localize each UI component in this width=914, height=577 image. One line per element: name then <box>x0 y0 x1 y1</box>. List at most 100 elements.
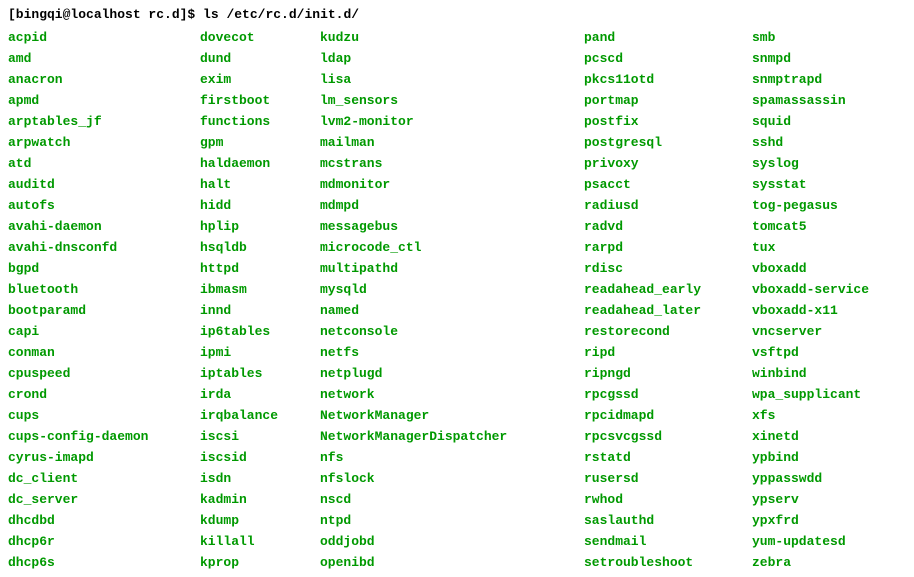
list-item: mdmonitor <box>320 174 584 195</box>
list-item: nfs <box>320 447 584 468</box>
list-item: NetworkManager <box>320 405 584 426</box>
list-item: zebra <box>752 552 869 573</box>
list-item: kprop <box>200 552 320 573</box>
list-item: hplip <box>200 216 320 237</box>
list-item: netplugd <box>320 363 584 384</box>
list-item: ntpd <box>320 510 584 531</box>
list-item: cups-config-daemon <box>8 426 200 447</box>
list-item: vboxadd-x11 <box>752 300 869 321</box>
list-item: rpcgssd <box>584 384 752 405</box>
list-item: functions <box>200 111 320 132</box>
list-item: irqbalance <box>200 405 320 426</box>
list-item: mcstrans <box>320 153 584 174</box>
list-item: apmd <box>8 90 200 111</box>
list-item: dhcp6s <box>8 552 200 573</box>
list-item: iscsid <box>200 447 320 468</box>
prompt-command: ls /etc/rc.d/init.d/ <box>203 7 359 22</box>
prompt-line: [bingqi@localhost rc.d]$ ls /etc/rc.d/in… <box>8 4 906 25</box>
list-item: saslauthd <box>584 510 752 531</box>
list-item: lvm2-monitor <box>320 111 584 132</box>
list-item: ripngd <box>584 363 752 384</box>
list-item: privoxy <box>584 153 752 174</box>
list-item: rwhod <box>584 489 752 510</box>
list-item: setroubleshoot <box>584 552 752 573</box>
list-item: bgpd <box>8 258 200 279</box>
list-item: halt <box>200 174 320 195</box>
list-item: portmap <box>584 90 752 111</box>
column-0: acpid amd anacron apmd arptables_jf arpw… <box>8 27 200 573</box>
list-item: dovecot <box>200 27 320 48</box>
prompt-userhost: [bingqi@localhost rc.d]$ <box>8 7 195 22</box>
list-item: nfslock <box>320 468 584 489</box>
list-item: ldap <box>320 48 584 69</box>
list-item: kadmin <box>200 489 320 510</box>
list-item: vboxadd <box>752 258 869 279</box>
list-item: cpuspeed <box>8 363 200 384</box>
list-item: ibmasm <box>200 279 320 300</box>
list-item: multipathd <box>320 258 584 279</box>
list-item: isdn <box>200 468 320 489</box>
list-item: autofs <box>8 195 200 216</box>
list-item: pand <box>584 27 752 48</box>
list-item: ripd <box>584 342 752 363</box>
list-item: dhcdbd <box>8 510 200 531</box>
list-item: dc_server <box>8 489 200 510</box>
list-item: bluetooth <box>8 279 200 300</box>
list-item: exim <box>200 69 320 90</box>
list-item: messagebus <box>320 216 584 237</box>
list-item: amd <box>8 48 200 69</box>
list-item: sendmail <box>584 531 752 552</box>
list-item: iptables <box>200 363 320 384</box>
list-item: radiusd <box>584 195 752 216</box>
list-item: lm_sensors <box>320 90 584 111</box>
list-item: sysstat <box>752 174 869 195</box>
list-item: atd <box>8 153 200 174</box>
list-item: readahead_later <box>584 300 752 321</box>
list-item: ypbind <box>752 447 869 468</box>
list-item: snmpd <box>752 48 869 69</box>
list-item: tog-pegasus <box>752 195 869 216</box>
column-2: kudzu ldap lisa lm_sensors lvm2-monitor … <box>320 27 584 573</box>
list-item: syslog <box>752 153 869 174</box>
list-item: rpcsvcgssd <box>584 426 752 447</box>
list-item: mailman <box>320 132 584 153</box>
list-item: mdmpd <box>320 195 584 216</box>
column-3: pand pcscd pkcs11otd portmap postfix pos… <box>584 27 752 573</box>
list-item: yum-updatesd <box>752 531 869 552</box>
ls-output: acpid amd anacron apmd arptables_jf arpw… <box>8 27 906 573</box>
list-item: kudzu <box>320 27 584 48</box>
list-item: irda <box>200 384 320 405</box>
list-item: gpm <box>200 132 320 153</box>
list-item: xfs <box>752 405 869 426</box>
list-item: cups <box>8 405 200 426</box>
list-item: hidd <box>200 195 320 216</box>
list-item: pcscd <box>584 48 752 69</box>
list-item: NetworkManagerDispatcher <box>320 426 584 447</box>
list-item: cyrus-imapd <box>8 447 200 468</box>
list-item: conman <box>8 342 200 363</box>
list-item: ypxfrd <box>752 510 869 531</box>
list-item: microcode_ctl <box>320 237 584 258</box>
list-item: vsftpd <box>752 342 869 363</box>
list-item: rpcidmapd <box>584 405 752 426</box>
list-item: radvd <box>584 216 752 237</box>
list-item: dhcp6r <box>8 531 200 552</box>
list-item: lisa <box>320 69 584 90</box>
list-item: auditd <box>8 174 200 195</box>
list-item: network <box>320 384 584 405</box>
list-item: mysqld <box>320 279 584 300</box>
list-item: dund <box>200 48 320 69</box>
list-item: tomcat5 <box>752 216 869 237</box>
list-item: spamassassin <box>752 90 869 111</box>
list-item: acpid <box>8 27 200 48</box>
list-item: arptables_jf <box>8 111 200 132</box>
list-item: kdump <box>200 510 320 531</box>
list-item: squid <box>752 111 869 132</box>
list-item: hsqldb <box>200 237 320 258</box>
list-item: ip6tables <box>200 321 320 342</box>
list-item: avahi-dnsconfd <box>8 237 200 258</box>
list-item: arpwatch <box>8 132 200 153</box>
list-item: winbind <box>752 363 869 384</box>
column-1: dovecot dund exim firstboot functions gp… <box>200 27 320 573</box>
list-item: pkcs11otd <box>584 69 752 90</box>
